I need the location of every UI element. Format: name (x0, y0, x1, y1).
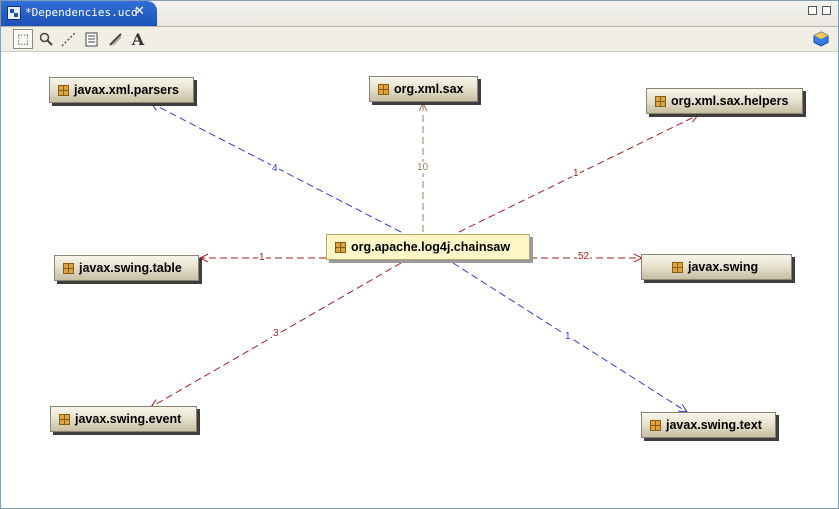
package-cube-button[interactable] (811, 29, 831, 49)
edge-label-swing: 52 (577, 251, 591, 262)
package-icon (59, 413, 70, 425)
select-icon: ⬚ (16, 31, 30, 47)
text-icon: A (131, 29, 145, 49)
package-javax-swing[interactable]: javax.swing (641, 254, 792, 280)
package-org-xml-sax-helpers[interactable]: org.xml.sax.helpers (646, 88, 803, 114)
tab-strip: *Dependencies.ucd ✕ (1, 1, 838, 27)
note-icon (85, 32, 98, 46)
package-javax-swing-text[interactable]: javax.swing.text (641, 412, 776, 438)
text-tool-button[interactable]: A (128, 29, 148, 49)
edge-label-sax-helpers: 1 (572, 168, 580, 179)
package-icon (672, 261, 683, 273)
center-package-label: org.apache.log4j.chainsaw (351, 240, 511, 254)
package-label: org.xml.sax (394, 82, 464, 96)
minimize-button[interactable] (808, 6, 817, 15)
edge-label-swing-text: 1 (564, 331, 572, 342)
package-javax-swing-event[interactable]: javax.swing.event (50, 406, 197, 432)
diagram-canvas[interactable]: javax.xml.parsers org.xml.sax org.xml.sa… (1, 52, 838, 508)
package-javax-xml-parsers[interactable]: javax.xml.parsers (49, 77, 194, 103)
dependency-line-icon (61, 31, 77, 47)
package-icon (650, 419, 661, 431)
package-icon (378, 83, 389, 95)
link-icon (108, 32, 122, 46)
package-cube-icon (813, 31, 829, 47)
zoom-tool-button[interactable] (36, 29, 56, 49)
link-tool-button[interactable] (105, 29, 125, 49)
arrowhead-xmlparsers (149, 102, 161, 111)
editor-frame: *Dependencies.ucd ✕ ⬚ A javax.xml.parser… (0, 0, 839, 509)
package-label: javax.swing.table (79, 261, 182, 275)
zoom-icon (39, 32, 53, 46)
package-label: javax.xml.parsers (74, 83, 179, 97)
package-label: org.xml.sax.helpers (671, 94, 789, 108)
edge-label-swing-event: 3 (272, 328, 280, 339)
package-org-xml-sax[interactable]: org.xml.sax (369, 76, 478, 102)
edge-label-xml-parsers: 4 (271, 163, 279, 174)
package-label: javax.swing (688, 260, 759, 274)
diagram-toolbar: ⬚ A (1, 27, 838, 52)
connector-tool-button[interactable] (59, 29, 79, 49)
maximize-button[interactable] (822, 6, 831, 15)
edge-label-org-xml-sax: 10 (416, 162, 430, 173)
edge-label-swing-table: 1 (258, 252, 266, 263)
tab-dependencies[interactable]: *Dependencies.ucd ✕ (1, 1, 157, 26)
tab-title: *Dependencies.ucd (25, 6, 138, 19)
package-icon (655, 95, 666, 107)
package-org-apache-log4j-chainsaw[interactable]: org.apache.log4j.chainsaw (326, 234, 530, 260)
package-icon (335, 241, 346, 253)
note-tool-button[interactable] (82, 29, 102, 49)
close-icon[interactable]: ✕ (134, 4, 145, 19)
package-icon (63, 262, 74, 274)
package-label: javax.swing.event (75, 412, 182, 426)
select-tool-button[interactable]: ⬚ (13, 29, 33, 49)
package-label: javax.swing.text (666, 418, 762, 432)
package-javax-swing-table[interactable]: javax.swing.table (54, 255, 199, 281)
diagram-file-icon (7, 6, 21, 20)
package-icon (58, 84, 69, 96)
